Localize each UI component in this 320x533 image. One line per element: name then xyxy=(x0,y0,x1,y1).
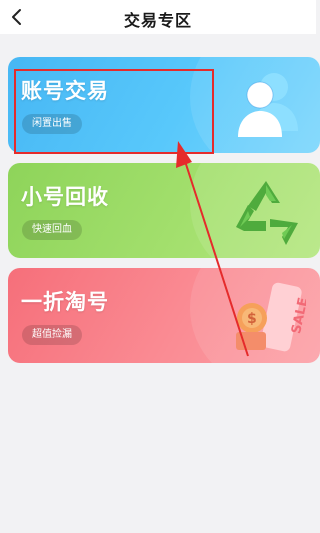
card-title: 一折淘号 xyxy=(21,290,109,314)
users-icon xyxy=(238,73,298,137)
card-title: 小号回收 xyxy=(21,185,109,209)
svg-text:$: $ xyxy=(247,311,257,327)
page-title: 交易专区 xyxy=(123,11,192,30)
card-account-recycle[interactable]: 小号回收 快速回血 xyxy=(8,163,320,258)
top-bar: 交易专区 xyxy=(0,0,316,34)
card-badge: 快速回血 xyxy=(22,220,82,240)
recycle-icon xyxy=(236,181,298,245)
card-discount-accounts[interactable]: 一折淘号 超值捡漏 SALE $ xyxy=(8,268,320,363)
highlight-box xyxy=(14,69,214,154)
sale-tag-icon: SALE $ xyxy=(236,282,306,352)
card-badge: 超值捡漏 xyxy=(22,325,82,345)
